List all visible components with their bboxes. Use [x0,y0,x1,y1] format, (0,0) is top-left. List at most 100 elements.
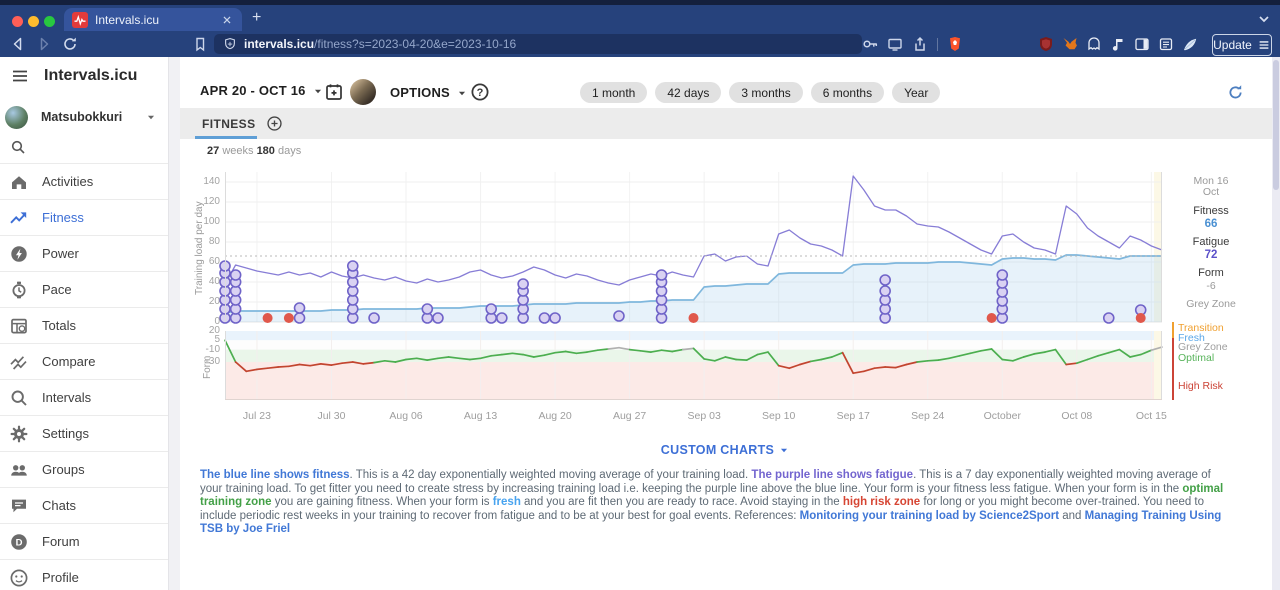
url-host: intervals.icu [244,37,314,51]
description-text: and [1059,510,1085,522]
form-tick--10: -10 [182,344,220,356]
x-tick-sep-24: Sep 24 [898,410,958,422]
tab-list-chevron-icon[interactable] [1256,11,1272,27]
sidebar-search[interactable] [0,139,168,163]
zone-label-optimal: Optimal [1178,352,1214,364]
browser-tab[interactable]: Intervals.icu [64,8,242,31]
x-tick-aug-27: Aug 27 [600,410,660,422]
chevron-down-icon [311,84,325,98]
summary-fatigue-value: 72 [1168,249,1254,261]
description-text: high risk zone [843,496,920,508]
sidebar-item-label: Totals [42,318,76,333]
date-range-label: APR 20 - OCT 16 [200,83,306,98]
sidebar-item-settings[interactable]: Settings [0,415,168,451]
tab-fitness[interactable]: FITNESS [202,108,255,139]
sidebar-scrollbar[interactable] [168,57,180,590]
options-menu[interactable]: OPTIONS [390,85,469,100]
sidebar-item-pace[interactable]: Pace [0,271,168,307]
home-icon [9,172,29,192]
description-text: and you are fit then you are ready to ra… [521,496,843,508]
athlete-avatar[interactable] [350,79,376,105]
sidebar: Intervals.icu Matsubokkuri ActivitiesFit… [0,57,168,590]
cast-icon[interactable] [887,36,903,52]
chart-summary-panel: Mon 16 Oct Fitness 66 Fatigue 72 Form -6… [1168,172,1272,404]
range-button-6-months[interactable]: 6 months [811,82,884,103]
tab-fitness-label: FITNESS [202,117,255,131]
site-info-shield-icon[interactable] [223,37,237,51]
range-button-3-months[interactable]: 3 months [729,82,802,103]
share-icon[interactable] [912,36,928,52]
days-value: 180 [257,145,275,157]
sidebar-extension-icon[interactable] [1134,36,1150,52]
minimize-window-button[interactable] [28,16,39,27]
reader-extension-icon[interactable] [1158,36,1174,52]
calendar-button[interactable] [324,82,344,102]
tab-title: Intervals.icu [95,13,213,27]
toolbar-icon-group [862,35,963,53]
url-bar[interactable]: intervals.icu/fitness?s=2023-04-20&e=202… [214,34,862,54]
custom-charts-button[interactable]: CUSTOM CHARTS [180,443,1272,457]
sidebar-item-fitness[interactable]: Fitness [0,199,168,235]
brave-shield-icon[interactable] [947,36,963,52]
key-icon[interactable] [862,36,878,52]
user-menu[interactable]: Matsubokkuri [0,97,168,137]
reload-button[interactable] [62,36,78,52]
zoom-window-button[interactable] [44,16,55,27]
fitness-description: The blue line shows fitness. This is a 4… [200,469,1236,537]
forward-button[interactable] [36,36,52,52]
zone-line-top [1172,322,1174,338]
sidebar-item-profile[interactable]: Profile [0,559,168,590]
sidebar-item-groups[interactable]: Groups [0,451,168,487]
range-button-year[interactable]: Year [892,82,940,103]
hamburger-menu-icon[interactable] [10,66,30,86]
new-tab-button[interactable]: + [252,10,261,26]
sidebar-item-compare[interactable]: Compare [0,343,168,379]
sidebar-item-label: Chats [42,498,76,513]
sidebar-item-chats[interactable]: Chats [0,487,168,523]
fox-extension-icon[interactable] [1062,36,1078,52]
ghost-extension-icon[interactable] [1086,36,1102,52]
forum-icon: D [9,532,29,552]
sidebar-item-totals[interactable]: Totals [0,307,168,343]
range-buttons: 1 month 42 days 3 months 6 months Year [580,82,940,103]
weeks-value: 27 [207,145,219,157]
fitness-chart[interactable] [225,172,1162,404]
media-extension-icon[interactable] [1110,36,1126,52]
x-tick-jul-23: Jul 23 [227,410,287,422]
sidebar-item-forum[interactable]: DForum [0,523,168,559]
people-icon [9,460,29,480]
power-icon [9,244,29,264]
svg-text:D: D [16,537,23,548]
app-title: Intervals.icu [44,67,137,85]
y-tick-20: 20 [182,296,220,308]
bookmark-icon[interactable] [192,36,208,52]
sidebar-item-activities[interactable]: Activities [0,163,168,199]
ublock-extension-icon[interactable] [1038,36,1054,52]
back-button[interactable] [10,36,26,52]
summary-fitness-value: 66 [1168,218,1254,230]
x-tick-oct-15: Oct 15 [1121,410,1181,422]
date-range-selector[interactable]: APR 20 - OCT 16 [200,83,325,98]
x-tick-sep-10: Sep 10 [749,410,809,422]
range-button-42-days[interactable]: 42 days [655,82,721,103]
user-name: Matsubokkuri [41,110,131,124]
help-button[interactable]: ? [470,82,490,102]
sidebar-item-power[interactable]: Power [0,235,168,271]
update-button[interactable]: Update [1212,34,1272,56]
days-unit: days [278,145,301,157]
update-label: Update [1213,38,1252,52]
scrollbar-thumb[interactable] [1273,60,1279,190]
refresh-button[interactable] [1226,83,1245,102]
page-scrollbar[interactable] [1272,57,1280,590]
feather-extension-icon[interactable] [1182,36,1198,52]
close-window-button[interactable] [12,16,23,27]
browser-tab-bar: Intervals.icu + [0,5,1280,31]
close-tab-icon[interactable] [220,13,234,27]
sidebar-item-intervals[interactable]: Intervals [0,379,168,415]
range-button-1-month[interactable]: 1 month [580,82,647,103]
add-chart-tab-button[interactable] [266,115,283,132]
reference-link[interactable]: Monitoring your training load by Science… [800,510,1059,522]
sidebar-nav: ActivitiesFitnessPowerPace Totals CompareI… [0,163,168,590]
compare-icon [9,352,29,372]
description-text: fresh [493,496,521,508]
